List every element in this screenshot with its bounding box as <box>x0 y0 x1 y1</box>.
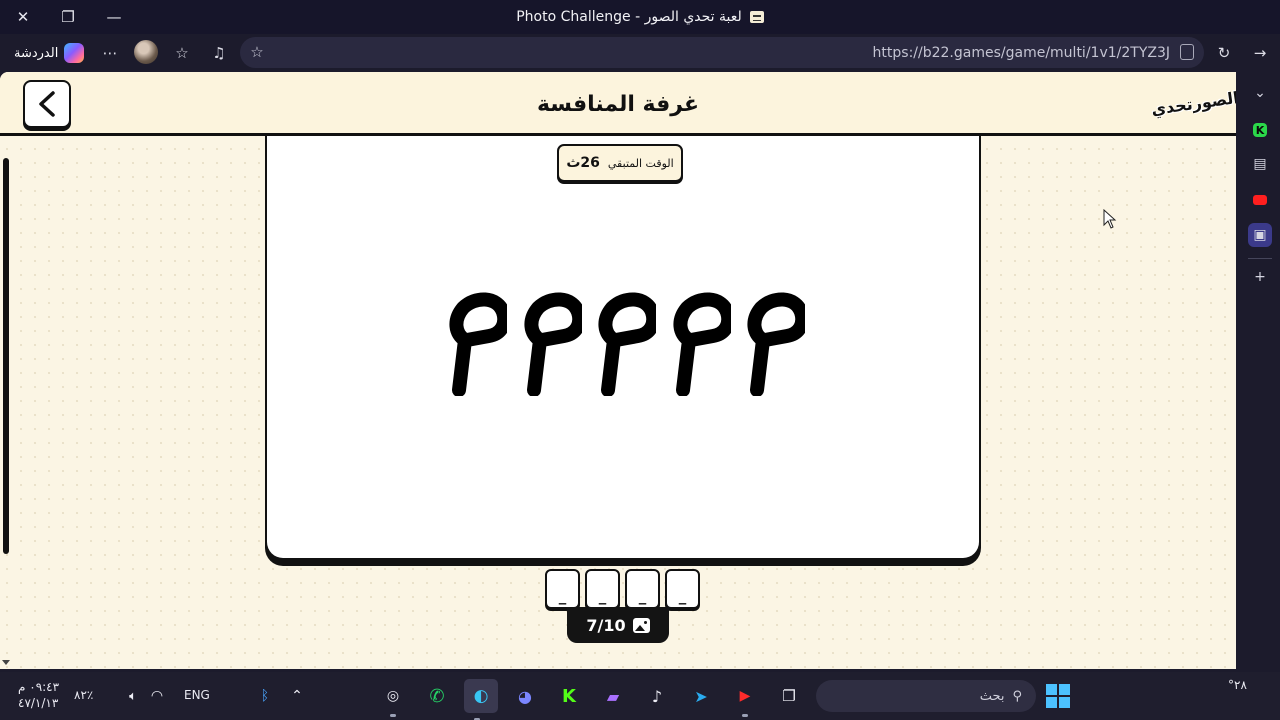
taskbar-search-label: بحث <box>979 688 1005 704</box>
browser-toolbar: الدردشة ⋯ ☆ ♫ ☆ https://b22.games/game/m… <box>0 34 1280 72</box>
puzzle-glyph <box>520 289 582 399</box>
more-options-icon[interactable]: ⋯ <box>98 41 122 65</box>
add-app-icon[interactable]: + <box>1248 265 1272 289</box>
puzzle-glyph <box>594 289 656 399</box>
clock-date[interactable]: ٤٧/١/١٣ <box>18 696 58 710</box>
page-viewport: غرفة المنافسة تحدي الصور الوقت المتبقي 26… <box>0 72 1236 669</box>
wifi-icon[interactable]: ◠ <box>144 683 170 709</box>
chrome-app-icon[interactable]: ◎ <box>380 683 406 717</box>
profile-avatar[interactable] <box>134 40 158 64</box>
puzzle-glyph <box>445 289 507 399</box>
favorites-icon[interactable]: ☆ <box>170 41 194 65</box>
edge-browser-icon[interactable]: ◐ <box>464 679 498 720</box>
round-progress: 7/10 <box>567 607 669 643</box>
page-title: غرفة المنافسة <box>536 91 700 117</box>
photo-challenge-app-icon[interactable]: ▣ <box>1248 223 1272 247</box>
windows-taskbar: ٠٩:٤٣ م ٤٧/١/١٣ ٨٢٪ 🔈︎ ◠ ENG ᛒ ⌃ ◎ ✆ ◐ ◕… <box>0 672 1280 720</box>
scroll-down-arrow-icon[interactable] <box>2 660 10 665</box>
site-info-lock-icon[interactable] <box>1180 44 1194 60</box>
scrollbar-thumb[interactable] <box>3 158 9 554</box>
clock-time[interactable]: ٠٩:٤٣ م <box>18 680 59 694</box>
media-control-icon[interactable]: ♫ <box>207 41 231 65</box>
timer-badge: الوقت المتبقي 26ث <box>557 144 683 182</box>
app-header: غرفة المنافسة تحدي الصور <box>0 72 1236 136</box>
kick-app-icon[interactable]: K <box>1253 123 1267 137</box>
kick-taskbar-icon[interactable]: K <box>556 683 582 709</box>
window-title: Photo Challenge - لعبة تحدي الصور <box>0 0 1280 34</box>
chat-button[interactable]: الدردشة <box>8 39 90 67</box>
sidebar-divider <box>1248 258 1272 259</box>
copilot-icon <box>64 43 85 63</box>
whatsapp-app-icon[interactable]: ✆ <box>424 683 450 709</box>
show-hidden-icons-chevron-icon[interactable]: ⌃ <box>284 683 310 709</box>
image-icon <box>632 617 650 633</box>
app-logo[interactable]: تحدي الصور <box>1150 76 1236 132</box>
chevron-down-icon[interactable]: ⌄ <box>1248 81 1272 105</box>
puzzle-glyph <box>669 289 731 399</box>
youtube-app-icon[interactable] <box>1253 195 1267 205</box>
volume-icon[interactable]: 🔈︎ <box>120 683 146 709</box>
refresh-icon[interactable]: ↻ <box>1212 41 1236 65</box>
weather-widget[interactable]: °٢٨ <box>1228 678 1247 692</box>
answer-slot[interactable]: _ <box>585 569 620 609</box>
search-icon: ⚲ <box>1012 688 1022 704</box>
twitch-app-icon[interactable]: ▰ <box>600 683 626 709</box>
telegram-app-icon[interactable]: ➤ <box>688 683 714 709</box>
windows-start-icon[interactable] <box>1046 684 1070 708</box>
puzzle-card: الوقت المتبقي 26ث <box>265 136 981 560</box>
collections-icon[interactable]: ▤ <box>1248 152 1272 176</box>
youtube-taskbar-icon[interactable]: ▶ <box>732 683 758 717</box>
taskbar-search[interactable]: بحث ⚲ <box>816 680 1036 712</box>
browser-sidebar: ⌄ K ▤ ▣ + <box>1240 72 1280 672</box>
window-titlebar: ✕ ❐ — Photo Challenge - لعبة تحدي الصور <box>0 0 1280 34</box>
discord-app-icon[interactable]: ◕ <box>512 683 538 709</box>
forward-icon[interactable]: → <box>1248 41 1272 65</box>
url-text[interactable]: https://b22.games/game/multi/1v1/2TYZ3J <box>873 37 1170 68</box>
task-view-icon[interactable]: ❐ <box>776 683 802 709</box>
tiktok-app-icon[interactable]: ♪ <box>644 683 670 709</box>
add-favorite-icon[interactable]: ☆ <box>246 41 268 63</box>
chat-label: الدردشة <box>14 45 59 61</box>
input-language[interactable]: ENG <box>184 688 210 702</box>
round-progress-text: 7/10 <box>586 615 626 635</box>
window-title-text: Photo Challenge - لعبة تحدي الصور <box>516 9 742 25</box>
answer-slot[interactable]: _ <box>545 569 580 609</box>
answer-slot[interactable]: _ <box>665 569 700 609</box>
battery-percent[interactable]: ٨٢٪ <box>74 688 93 702</box>
address-bar[interactable]: ☆ https://b22.games/game/multi/1v1/2TYZ3… <box>240 37 1204 68</box>
puzzle-glyph <box>743 289 805 399</box>
puzzle-image <box>445 284 805 404</box>
tab-favicon-icon <box>749 11 764 23</box>
bluetooth-icon[interactable]: ᛒ <box>252 683 278 709</box>
answer-slot[interactable]: _ <box>625 569 660 609</box>
answer-slots: _ _ _ _ <box>545 569 702 611</box>
mouse-cursor-icon <box>1103 209 1117 229</box>
app-logo-word: تحدي <box>1150 94 1194 120</box>
timer-value: 26ث <box>566 155 600 171</box>
timer-label: الوقت المتبقي <box>607 156 674 170</box>
